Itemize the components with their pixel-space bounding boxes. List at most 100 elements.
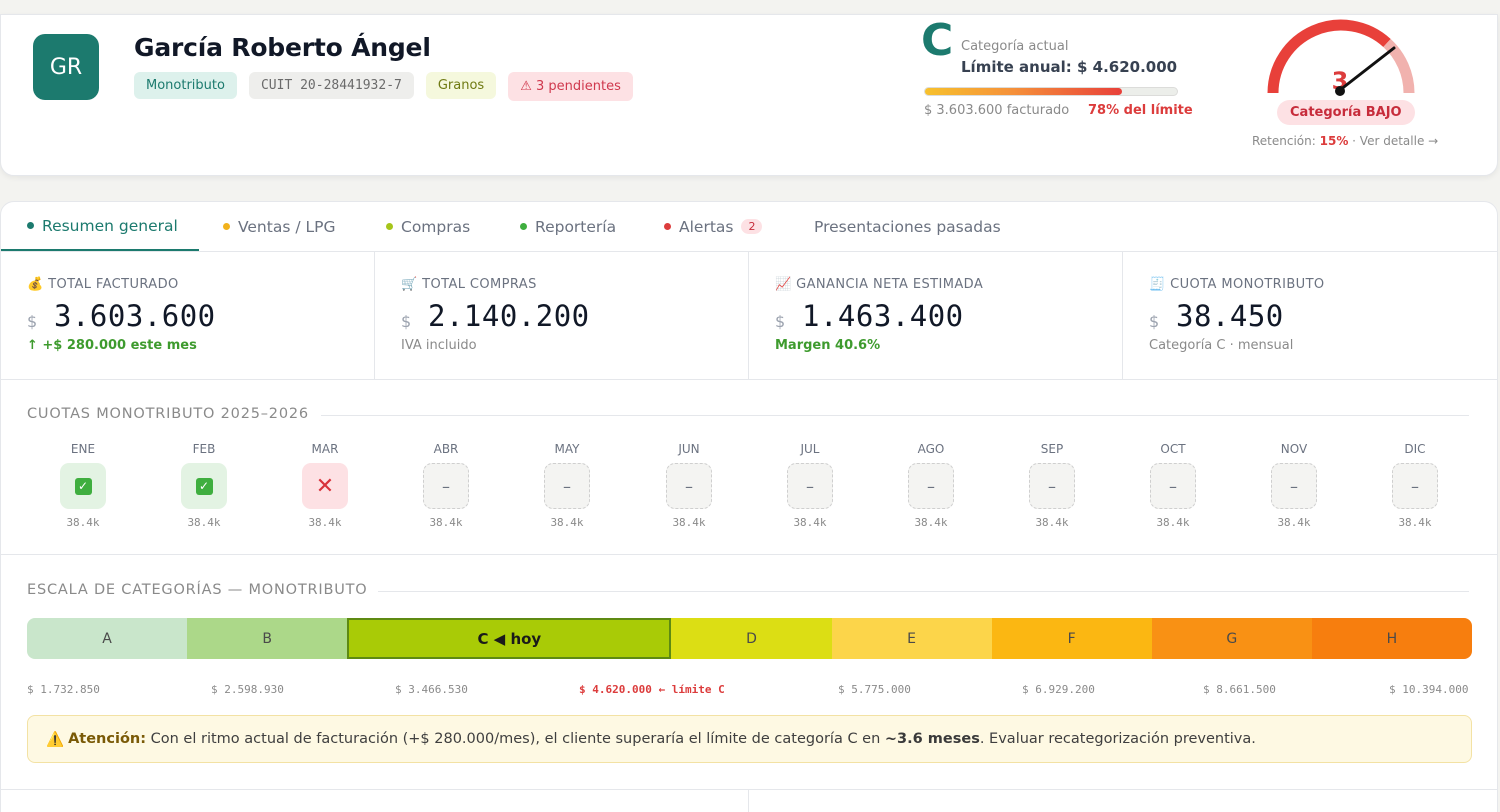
quota-months: ENE ✓ 38.4k FEB ✓ 38.4k MAR ✕ 38.4k ABR – 38.4k MAY –… bbox=[23, 442, 1478, 532]
retention-value: 15% bbox=[1319, 134, 1349, 148]
category-segment-f[interactable]: F bbox=[991, 618, 1152, 659]
month-cell-dic[interactable]: DIC – 38.4k bbox=[1365, 442, 1465, 529]
category-segment-e[interactable]: E bbox=[831, 618, 992, 659]
status-mark: – bbox=[1048, 476, 1056, 496]
stat-value: 2.140.200 bbox=[428, 299, 590, 333]
category-scale: ABC ◀ hoy D E F G H bbox=[27, 618, 1472, 659]
month-name: JUL bbox=[800, 442, 820, 456]
stat-note: IVA incluido bbox=[401, 338, 477, 353]
tab-reporteria[interactable]: Reportería bbox=[520, 202, 616, 251]
category-segment-g[interactable]: G bbox=[1151, 618, 1312, 659]
month-name: MAY bbox=[554, 442, 580, 456]
stat-note: Categoría C · mensual bbox=[1149, 338, 1294, 353]
currency-symbol: $ bbox=[401, 312, 412, 331]
month-amount: 38.4k bbox=[1156, 516, 1190, 529]
stat-label: 🧾 CUOTA MONOTRIBUTO bbox=[1149, 277, 1325, 292]
category-billed: $ 3.603.600 facturado bbox=[924, 103, 1070, 118]
category-segment-b[interactable]: B bbox=[187, 618, 348, 659]
month-amount: 38.4k bbox=[429, 516, 463, 529]
gauge-arc-high bbox=[1267, 19, 1391, 94]
status-mark: – bbox=[1169, 476, 1177, 496]
section-rule bbox=[371, 591, 1469, 592]
month-name: MAR bbox=[311, 442, 339, 456]
pending-dash-icon: – bbox=[544, 463, 590, 509]
tab-presentaciones-pasadas[interactable]: Presentaciones pasadas bbox=[814, 202, 1001, 251]
category-limit-label: $ 3.466.530 bbox=[395, 683, 468, 696]
pending-dash-icon: – bbox=[1029, 463, 1075, 509]
client-name: García Roberto Ángel bbox=[134, 33, 431, 62]
status-mark: ✓ bbox=[74, 477, 92, 495]
section-divider bbox=[1, 789, 1497, 790]
pending-dash-icon: – bbox=[1392, 463, 1438, 509]
status-mark: – bbox=[806, 476, 814, 496]
month-cell-may[interactable]: MAY – 38.4k bbox=[517, 442, 617, 529]
missed-cross-icon: ✕ bbox=[302, 463, 348, 509]
status-mark: ✕ bbox=[315, 473, 335, 499]
category-segment-a[interactable]: A bbox=[27, 618, 188, 659]
stat-label: 🛒 TOTAL COMPRAS bbox=[401, 277, 537, 292]
pending-dash-icon: – bbox=[1150, 463, 1196, 509]
pending-dash-icon: – bbox=[787, 463, 833, 509]
stat-label-text: TOTAL COMPRAS bbox=[422, 277, 537, 292]
month-name: NOV bbox=[1280, 442, 1308, 456]
tab-dot bbox=[520, 223, 527, 230]
status-mark: – bbox=[442, 476, 450, 496]
month-amount: 38.4k bbox=[308, 516, 342, 529]
tab-label: Reportería bbox=[535, 217, 617, 236]
tab-alertas[interactable]: Alertas 2 bbox=[664, 202, 763, 251]
stat-value: 3.603.600 bbox=[54, 299, 216, 333]
tab-resumen-general[interactable]: Resumen general bbox=[1, 202, 199, 251]
category-segment-d[interactable]: D bbox=[671, 618, 832, 659]
month-cell-jul[interactable]: JUL – 38.4k bbox=[760, 442, 860, 529]
month-cell-feb[interactable]: FEB ✓ 38.4k bbox=[154, 442, 254, 529]
stat-value: 1.463.400 bbox=[802, 299, 964, 333]
tab-compras[interactable]: Compras bbox=[386, 202, 470, 251]
month-cell-ago[interactable]: AGO – 38.4k bbox=[881, 442, 981, 529]
view-detail-link[interactable]: · Ver detalle → bbox=[1348, 134, 1438, 148]
status-mark: – bbox=[1290, 476, 1298, 496]
month-cell-oct[interactable]: OCT – 38.4k bbox=[1123, 442, 1223, 529]
month-cell-ene[interactable]: ENE ✓ 38.4k bbox=[33, 442, 133, 529]
pending-badge[interactable]: ⚠ 3 pendientes bbox=[508, 72, 633, 101]
tab-ventas-lpg[interactable]: Ventas / LPG bbox=[223, 202, 335, 251]
pending-dash-icon: – bbox=[1271, 463, 1317, 509]
stats-row: 💰 TOTAL FACTURADO $ 3.603.600 ↑ +$ 280.0… bbox=[1, 252, 1497, 380]
stat-label-text: TOTAL FACTURADO bbox=[48, 277, 179, 292]
category-limit-label: $ 8.661.500 bbox=[1203, 683, 1276, 696]
retention-info: Retención: 15% · Ver detalle → bbox=[1252, 134, 1438, 148]
section-rule bbox=[321, 415, 1469, 416]
status-mark: – bbox=[563, 476, 571, 496]
retention-prefix: Retención: bbox=[1252, 134, 1320, 148]
gauge-pivot bbox=[1335, 86, 1345, 96]
month-cell-jun[interactable]: JUN – 38.4k bbox=[639, 442, 739, 529]
month-name: ABR bbox=[433, 442, 459, 456]
category-limit-label: $ 5.775.000 bbox=[838, 683, 911, 696]
activity-badge: Granos bbox=[425, 72, 497, 99]
client-header: GR García Roberto Ángel Monotributo CUIT… bbox=[0, 14, 1498, 176]
stat-note: ↑ +$ 280.000 este mes bbox=[27, 338, 197, 353]
stat-note: Margen 40.6% bbox=[775, 338, 881, 353]
column-divider bbox=[748, 789, 749, 812]
month-cell-abr[interactable]: ABR – 38.4k bbox=[396, 442, 496, 529]
month-cell-sep[interactable]: SEP – 38.4k bbox=[1002, 442, 1102, 529]
stat-cuota-monotributo: 🧾 CUOTA MONOTRIBUTO $ 38.450 Categoría C… bbox=[1123, 252, 1499, 380]
category-segment-h[interactable]: H bbox=[1311, 618, 1472, 659]
month-cell-mar[interactable]: MAR ✕ 38.4k bbox=[275, 442, 375, 529]
category-limit-label: $ 1.732.850 bbox=[27, 683, 100, 696]
month-amount: 38.4k bbox=[1398, 516, 1432, 529]
risk-category-badge: Categoría BAJO bbox=[1277, 100, 1415, 125]
pending-dash-icon: – bbox=[666, 463, 712, 509]
month-amount: 38.4k bbox=[672, 516, 706, 529]
client-badges: Monotributo CUIT 20-28441932-7 Granos ⚠ … bbox=[134, 72, 633, 101]
receipt-icon: 🧾 bbox=[1149, 277, 1166, 292]
tab-dot bbox=[386, 223, 393, 230]
month-name: AGO bbox=[917, 442, 945, 456]
category-limit-label: $ 2.598.930 bbox=[211, 683, 284, 696]
month-cell-nov[interactable]: NOV – 38.4k bbox=[1244, 442, 1344, 529]
current-limit-label: $ 4.620.000 ← límite C bbox=[579, 683, 725, 696]
risk-gauge: 3 bbox=[1267, 19, 1415, 96]
tab-dot bbox=[664, 223, 671, 230]
stat-label-text: CUOTA MONOTRIBUTO bbox=[1170, 277, 1325, 292]
currency-symbol: $ bbox=[1149, 312, 1160, 331]
category-segment-c[interactable]: C ◀ hoy bbox=[347, 618, 672, 659]
